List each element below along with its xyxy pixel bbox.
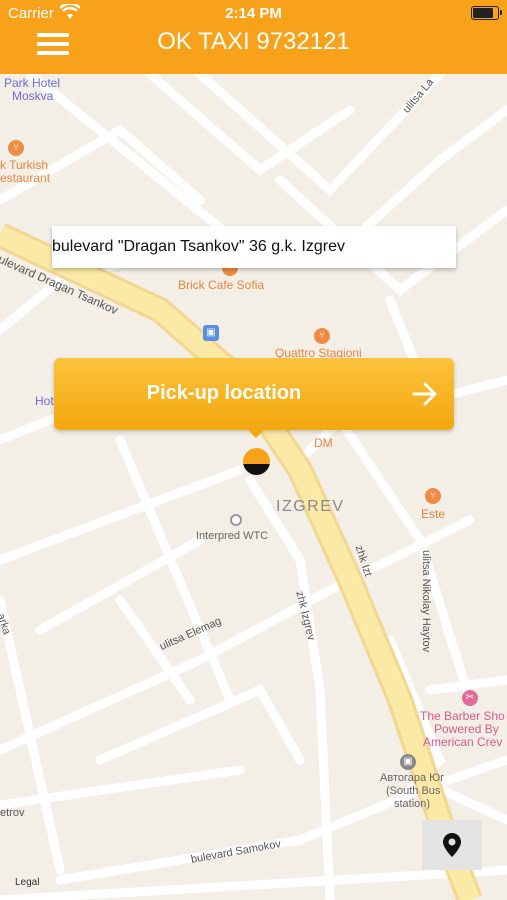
poi-barber-label: The Barber Sho	[420, 709, 505, 723]
pickup-address-field[interactable]: bulevard "Dragan Tsankov" 36 g.k. Izgrev	[52, 226, 456, 268]
app-bar: OK TAXI 9732121	[0, 28, 507, 74]
map-view[interactable]: Park Hotel Moskva ⑂ k Turkish estaurant …	[0, 74, 507, 900]
poi-park-hotel-label-2: Moskva	[12, 89, 54, 103]
poi-barber-label-2: Powered By	[434, 722, 499, 736]
barber-icon: ✂	[462, 690, 478, 706]
pickup-pin-marker	[243, 448, 270, 475]
poi-turkish-label: k Turkish	[0, 158, 49, 172]
street-nikolay-haytov: ulitsa Nikolay Haytov	[420, 550, 432, 653]
arrow-right-icon	[412, 380, 438, 408]
poi-hotel-label: Hot	[35, 394, 54, 408]
transit-icon: ▣	[203, 325, 219, 341]
app-title: OK TAXI 9732121	[157, 28, 350, 55]
poi-turkish-label-2: estaurant	[0, 171, 51, 185]
restaurant-icon-quattro: ⑂	[314, 328, 330, 344]
district-izgrev: IZGREV	[276, 498, 345, 515]
poi-este-label: Este	[421, 507, 446, 521]
poi-avtogara-label-2: (South Bus	[386, 785, 441, 797]
restaurant-icon-este: ⑂	[425, 488, 441, 504]
status-bar: Carrier 2:14 PM	[0, 0, 507, 28]
status-time: 2:14 PM	[225, 5, 282, 22]
poi-barber-label-3: American Crev	[423, 735, 503, 749]
poi-dm-label: DM	[314, 436, 333, 450]
poi-brick-cafe-label: Brick Cafe Sofia	[178, 278, 265, 292]
bus-station-icon: ▣	[400, 754, 416, 770]
office-icon	[230, 514, 242, 526]
poi-park-hotel-label: Park Hotel	[4, 76, 61, 90]
pickup-location-button[interactable]: Pick-up location	[54, 358, 454, 438]
legal-link[interactable]: Legal	[15, 877, 39, 888]
my-location-button[interactable]	[422, 820, 482, 870]
poi-avtogara-label-3: station)	[394, 798, 431, 810]
poi-interpred-label: Interpred WTC	[196, 530, 269, 542]
restaurant-icon: ⑂	[8, 140, 24, 156]
poi-avtogara-label: Автогара Юг	[380, 772, 445, 784]
street-petrov: etrov	[0, 807, 25, 819]
battery-icon	[471, 6, 502, 20]
pickup-button-label: Pick-up location	[146, 382, 302, 404]
location-pin-icon	[443, 833, 461, 857]
